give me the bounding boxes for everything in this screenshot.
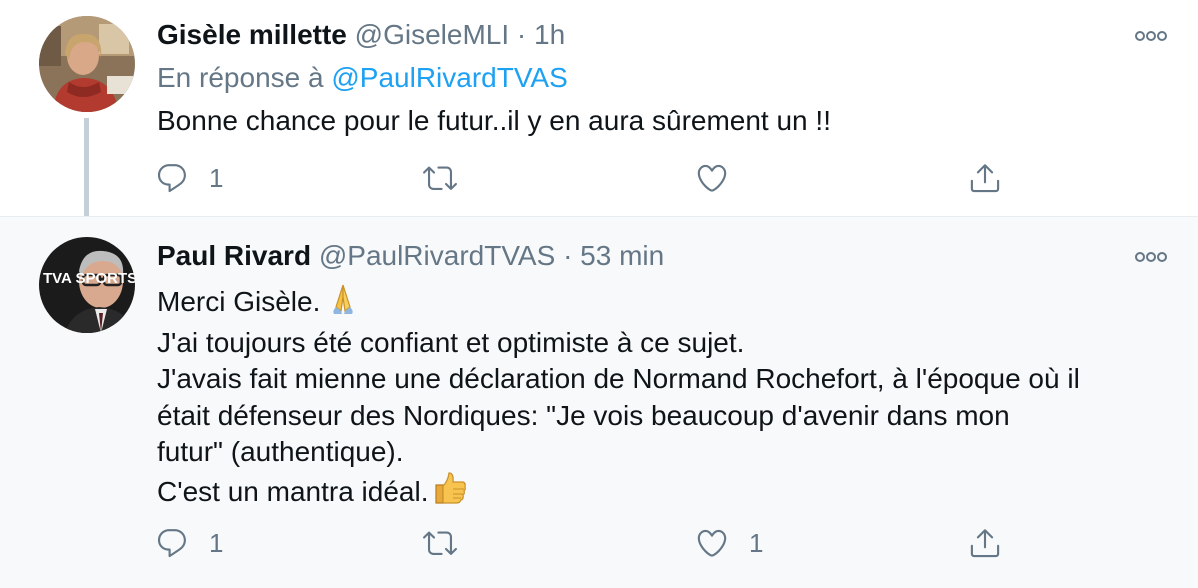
- retweet-button[interactable]: [423, 523, 477, 563]
- author-handle[interactable]: @GiseleMLI: [355, 19, 509, 50]
- heart-icon: [697, 164, 727, 192]
- tweet-line: était défenseur des Nordiques: "Je vois …: [157, 399, 1010, 431]
- tweet-text: Merci Gisèle. J'ai toujours été confiant…: [157, 281, 1080, 515]
- more-options-icon[interactable]: [1134, 247, 1168, 267]
- avatar-badge: TVA SPORTS: [43, 270, 135, 287]
- timestamp[interactable]: 53 min: [580, 240, 664, 271]
- thread-connector: [84, 118, 89, 224]
- tweet-line: futur" (authentique).: [157, 436, 404, 467]
- share-button[interactable]: [968, 523, 1002, 563]
- share-icon: [970, 529, 1000, 558]
- tweet-line: J'ai toujours été confiant et optimiste …: [157, 326, 745, 358]
- profile-photo-icon: TVA SPORTS: [39, 237, 135, 333]
- author-name[interactable]: Gisèle millette: [157, 19, 347, 50]
- folded-hands-emoji: [324, 281, 362, 325]
- more-options-icon[interactable]: [1134, 26, 1168, 46]
- reply-count: 1: [209, 527, 224, 558]
- reply-icon: [157, 164, 186, 193]
- heart-icon: [697, 529, 727, 557]
- reply-prefix: En réponse à: [157, 62, 324, 93]
- timestamp[interactable]: 1h: [534, 19, 565, 50]
- share-icon: [970, 164, 1000, 193]
- tweet-line-text: C'est un mantra idéal.: [157, 475, 429, 507]
- share-button[interactable]: [968, 158, 1002, 198]
- retweet-icon: [423, 166, 457, 190]
- retweet-button[interactable]: [423, 158, 477, 198]
- tweet-header: Paul Rivard @PaulRivardTVAS · 53 min: [157, 238, 664, 274]
- thumbs-up-emoji: [432, 471, 468, 515]
- separator-dot: ·: [516, 19, 527, 50]
- tweet-text: Bonne chance pour le futur..il y en aura…: [157, 105, 831, 136]
- retweet-icon: [423, 531, 457, 555]
- profile-photo-icon: [39, 16, 135, 112]
- reply-icon: [157, 529, 186, 558]
- action-bar: 1 1: [155, 523, 1015, 563]
- author-handle[interactable]: @PaulRivardTVAS: [319, 240, 555, 271]
- like-button[interactable]: 1: [695, 523, 763, 563]
- reply-button[interactable]: 1: [155, 523, 223, 563]
- tweet-header: Gisèle millette @GiseleMLI · 1h: [157, 17, 565, 53]
- tweet-gisele[interactable]: Gisèle millette @GiseleMLI · 1h En répon…: [0, 0, 1198, 224]
- avatar-gisele[interactable]: [39, 16, 135, 112]
- reply-mention-link[interactable]: @PaulRivardTVAS: [331, 62, 567, 93]
- like-count: 1: [749, 527, 764, 558]
- tweet-line: J'avais fait mienne une déclaration de N…: [157, 363, 1080, 394]
- reply-context: En réponse à @PaulRivardTVAS: [157, 60, 568, 96]
- reply-button[interactable]: 1: [155, 158, 223, 198]
- tweet-line: Merci Gisèle.: [157, 281, 1057, 325]
- avatar-paul[interactable]: TVA SPORTS: [39, 237, 135, 333]
- tweet-line: C'est un mantra idéal.: [157, 471, 1057, 515]
- separator-dot: ·: [563, 240, 573, 271]
- like-button[interactable]: [695, 158, 749, 198]
- author-name[interactable]: Paul Rivard: [157, 240, 311, 271]
- tweet-line-text: Merci Gisèle.: [157, 286, 321, 317]
- action-bar: 1: [155, 158, 1015, 198]
- reply-count: 1: [209, 162, 224, 193]
- tweet-paul[interactable]: TVA SPORTS Paul Rivard @PaulRivardTVAS ·…: [0, 216, 1198, 588]
